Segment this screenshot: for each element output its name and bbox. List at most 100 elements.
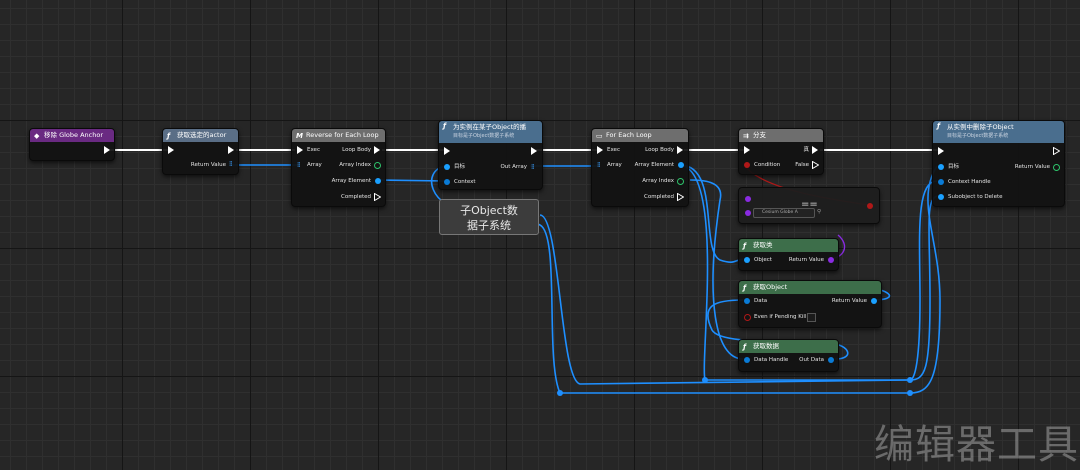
bool-pin[interactable]	[744, 162, 750, 168]
return-value-label: Return Value	[190, 162, 226, 168]
event-node-remove-globe-anchor[interactable]: ◆ 移除 Globe Anchor	[29, 128, 115, 161]
array-index-label: Array Index	[642, 178, 674, 184]
int-pin[interactable]	[374, 162, 381, 169]
context-pin[interactable]	[444, 179, 450, 185]
completed-label: Completed	[644, 194, 674, 200]
node-title: 获取类	[753, 241, 773, 249]
function-icon: ƒ	[443, 122, 447, 130]
watermark: 编辑器工具	[874, 422, 1079, 468]
wires-layer	[110, 149, 941, 396]
context-handle-label: Context Handle	[948, 179, 991, 185]
object-pin[interactable]	[871, 298, 877, 304]
target-label: 目标	[454, 164, 466, 170]
macro-icon: M	[296, 132, 303, 140]
exec-out-pin[interactable]	[812, 146, 818, 154]
int-pin[interactable]	[677, 178, 684, 185]
node-header: ◆ 移除 Globe Anchor	[30, 129, 114, 142]
node-get-object[interactable]: ƒ 获取Object Data Return Value Even if Pen…	[738, 280, 882, 328]
node-for-each-loop[interactable]: ▭ For Each Loop Exec ⁞⁞ Array Loop Body …	[591, 128, 689, 207]
node-title: 获取选定的actor	[177, 131, 227, 139]
array-pin-icon[interactable]: ⁞⁞	[229, 161, 236, 168]
node-get-subobjects[interactable]: ƒ 为实例在某子Object的播 目标是子Object数据子系统 目标 Out …	[438, 120, 543, 190]
comment-line: 子Object数	[460, 204, 518, 217]
exec-in-pin[interactable]	[938, 147, 944, 155]
exec-hollow-icon[interactable]	[812, 161, 819, 169]
node-remove-subobject[interactable]: ƒ 从实例中删除子Object 目标是子Object数据子系统 目标 Retur…	[932, 120, 1065, 207]
exec-in-pin[interactable]	[444, 147, 450, 155]
node-get-data[interactable]: ƒ 获取数据 Data Handle Out Data	[738, 339, 839, 372]
target-pin[interactable]	[444, 164, 450, 170]
target-pin[interactable]	[938, 164, 944, 170]
exec-out-pin[interactable]	[531, 147, 537, 155]
node-equal-enum[interactable]: Cesium Globe A ⚲ ==	[738, 187, 880, 224]
event-icon: ◆	[34, 132, 40, 140]
node-get-class[interactable]: ƒ 获取类 Object Return Value	[738, 238, 839, 271]
loop-body-label: Loop Body	[342, 147, 371, 153]
exec-in-pin[interactable]	[168, 146, 174, 154]
exec-in-pin[interactable]	[597, 146, 603, 154]
branch-icon: ⇉	[743, 132, 749, 140]
false-label: False	[795, 162, 809, 168]
node-header: ƒ 从实例中删除子Object 目标是子Object数据子系统	[933, 121, 1064, 143]
exec-label: Exec	[607, 147, 620, 153]
class-pin[interactable]	[745, 196, 751, 202]
node-title: 移除 Globe Anchor	[44, 131, 103, 139]
exec-hollow-icon[interactable]	[677, 193, 684, 201]
context-label: Context	[454, 179, 476, 185]
node-title: 为实例在某子Object的播	[453, 123, 527, 131]
node-reverse-for-each-loop[interactable]: M Reverse for Each Loop Exec ⁞⁞ Array Lo…	[291, 128, 386, 207]
bool-pin[interactable]	[1053, 164, 1060, 171]
node-header: ƒ 获取选定的actor	[163, 129, 238, 142]
object-pin[interactable]	[678, 162, 684, 168]
exec-out-pin[interactable]	[677, 146, 683, 154]
node-branch[interactable]: ⇉ 分支 真 Condition False	[738, 128, 824, 175]
node-title: 分支	[753, 131, 766, 139]
struct-pin[interactable]	[828, 357, 834, 363]
data-wire	[376, 179, 447, 182]
exec-hollow-icon[interactable]	[1053, 147, 1060, 155]
subobject-to-delete-label: Subobject to Delete	[948, 194, 1003, 200]
reroute-dot	[907, 377, 913, 383]
node-get-selected-actors[interactable]: ƒ 获取选定的actor Return Value ⁞⁞	[162, 128, 239, 175]
struct-pin[interactable]	[744, 298, 750, 304]
exec-out-pin[interactable]	[374, 146, 380, 154]
exec-out-pin[interactable]	[104, 146, 110, 154]
node-header: ƒ 获取类	[739, 239, 838, 252]
reroute-dot	[557, 390, 563, 396]
return-value-label: Return Value	[1014, 164, 1050, 170]
array-label: Array	[607, 162, 622, 168]
exec-out-pin[interactable]	[228, 146, 234, 154]
loop-body-label: Loop Body	[645, 147, 674, 153]
function-icon: ƒ	[937, 122, 941, 130]
out-array-label: Out Array	[500, 164, 527, 170]
object-pin[interactable]	[744, 257, 750, 263]
object-pin[interactable]	[375, 178, 381, 184]
bool-pin[interactable]	[744, 314, 751, 321]
node-header: M Reverse for Each Loop	[292, 129, 385, 142]
exec-in-pin[interactable]	[297, 146, 303, 154]
exec-in-pin[interactable]	[744, 146, 750, 154]
function-icon: ƒ	[743, 343, 747, 351]
struct-pin[interactable]	[938, 179, 944, 185]
node-header: ƒ 获取数据	[739, 340, 838, 353]
class-pin[interactable]	[828, 257, 834, 263]
exec-hollow-icon	[374, 193, 381, 201]
node-header: ƒ 为实例在某子Object的播 目标是子Object数据子系统	[439, 121, 542, 143]
array-pin-icon[interactable]: ⁞⁞	[597, 162, 604, 169]
data-wire	[909, 180, 938, 381]
array-pin-icon[interactable]: ⁞⁞	[297, 162, 304, 169]
comment-box[interactable]: 子Object数 据子系统	[439, 199, 539, 235]
node-subtitle: 目标是子Object数据子系统	[947, 133, 1009, 139]
enum-value: Cesium Globe A	[762, 210, 798, 215]
class-pin[interactable]	[745, 210, 751, 216]
node-title: For Each Loop	[606, 131, 652, 139]
array-pin-icon[interactable]: ⁞⁞	[531, 164, 538, 171]
struct-pin[interactable]	[744, 357, 750, 363]
even-if-pending-kill-label: Even if Pending Kill	[754, 314, 807, 320]
even-if-pending-kill-checkbox[interactable]	[807, 313, 816, 322]
bool-out-pin[interactable]	[867, 203, 873, 209]
object-pin[interactable]	[938, 194, 944, 200]
node-title: Reverse for Each Loop	[306, 131, 379, 139]
array-index-label: Array Index	[339, 162, 371, 168]
node-subtitle: 目标是子Object数据子系统	[453, 133, 515, 139]
